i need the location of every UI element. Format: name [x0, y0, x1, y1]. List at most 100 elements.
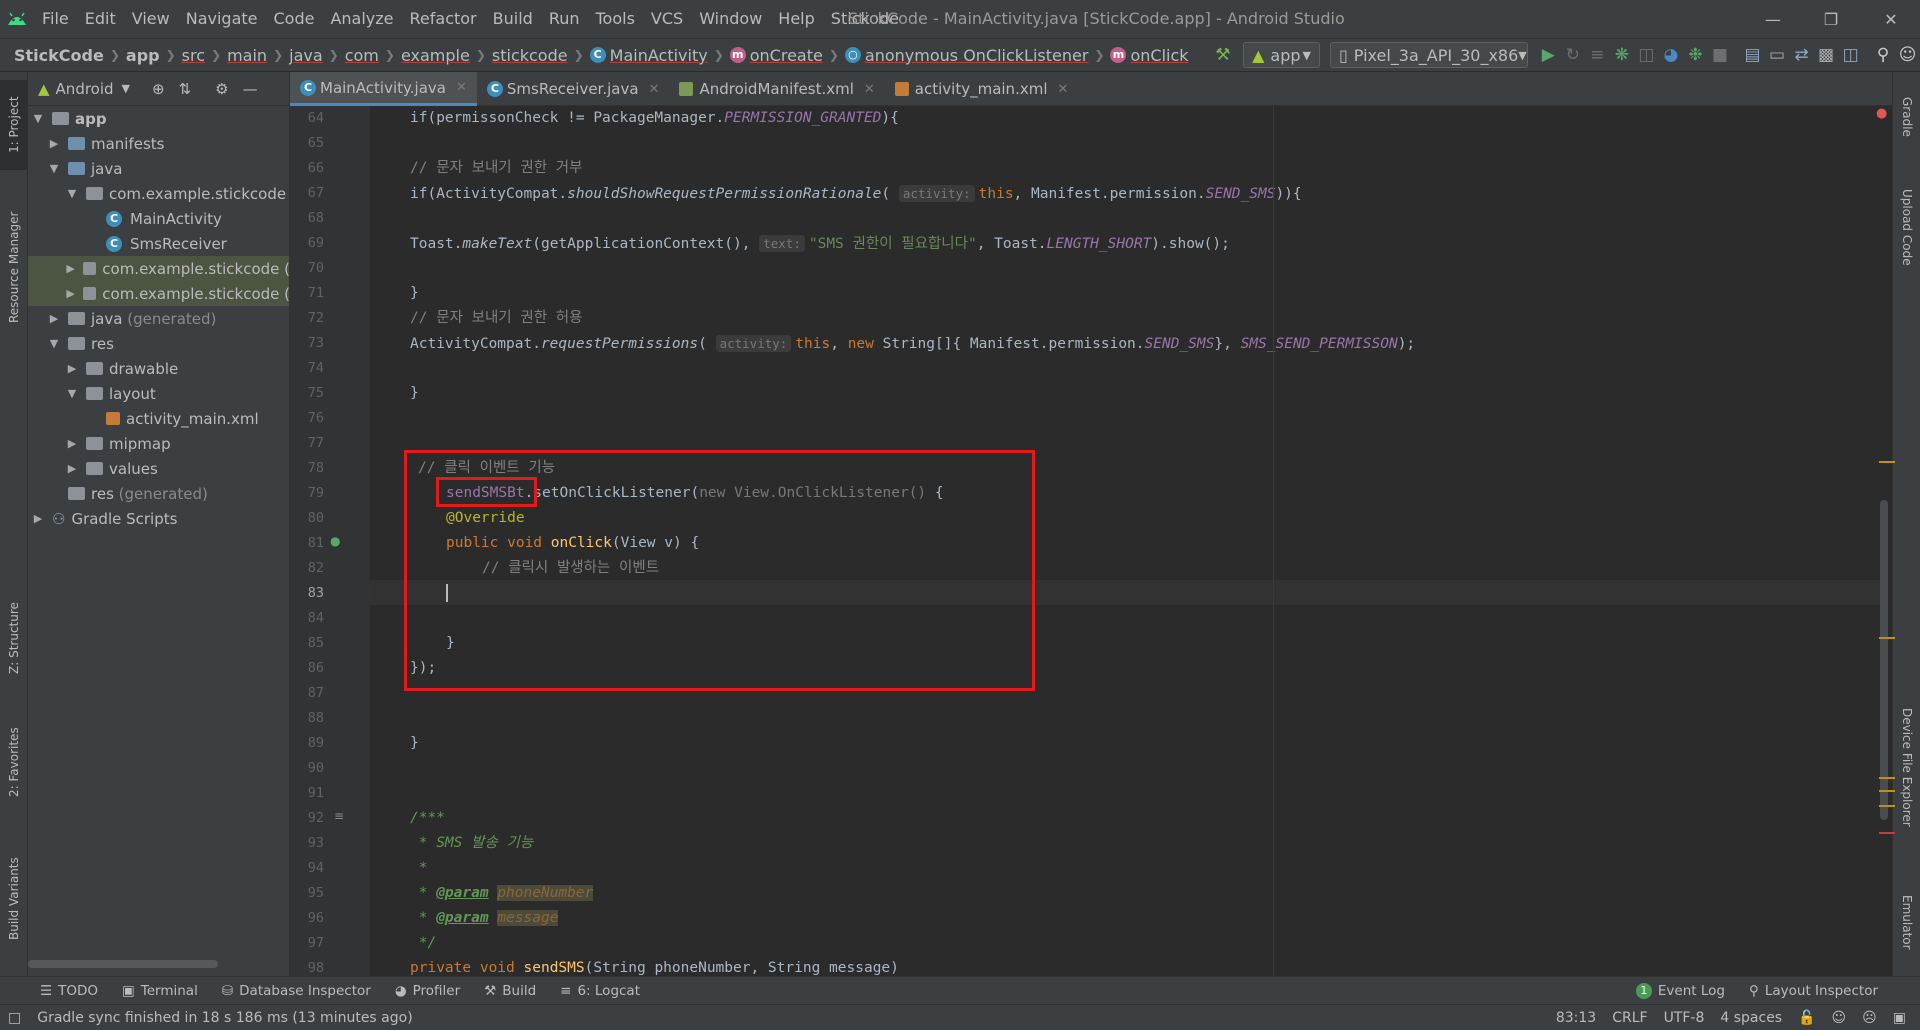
stop-icon[interactable]: ■ — [1708, 40, 1733, 70]
feedback-icon[interactable]: ☹ — [1854, 1010, 1885, 1026]
horizontal-scrollbar[interactable] — [28, 960, 218, 968]
override-marker-icon[interactable]: ● — [330, 534, 344, 548]
apply-code-changes-icon[interactable]: ≡ — [1585, 40, 1610, 70]
tree-item-package-androidtest[interactable]: ▶ com.example.stickcode ( — [28, 256, 289, 281]
indent-setting[interactable]: 4 spaces — [1712, 1010, 1790, 1026]
tree-item-smsreceiver[interactable]: C SmsReceiver — [28, 231, 289, 256]
toggle-tool-windows-icon[interactable]: □ — [0, 1010, 29, 1026]
breadcrumb-src[interactable]: src ❯ — [182, 46, 227, 65]
minimize-button[interactable]: — — [1744, 0, 1802, 38]
layout-inspector-tab[interactable]: ⚲ Layout Inspector — [1737, 983, 1890, 999]
debug-icon[interactable]: ❋ — [1610, 40, 1635, 70]
run-config-select[interactable]: ▲ app ▼ — [1243, 42, 1320, 68]
breadcrumb-stickcode[interactable]: stickcode ❯ — [492, 46, 590, 65]
breadcrumb-app[interactable]: app ❯ — [126, 46, 182, 65]
gear-icon[interactable]: ⚙ — [215, 80, 228, 98]
tab-emulator[interactable]: Emulator — [1893, 882, 1920, 962]
cursor-position[interactable]: 83:13 — [1548, 1010, 1604, 1026]
search-icon[interactable]: ⚲ — [1871, 40, 1896, 70]
menu-window[interactable]: Window — [691, 0, 770, 38]
menu-edit[interactable]: Edit — [77, 0, 124, 38]
avd-manager-icon[interactable]: ▭ — [1765, 40, 1790, 70]
menu-build[interactable]: Build — [485, 0, 541, 38]
account-icon[interactable]: ☺ — [1895, 40, 1920, 70]
attach-debugger-icon[interactable]: ❉ — [1683, 40, 1708, 70]
tab-device-file-explorer[interactable]: Device File Explorer — [1893, 692, 1920, 842]
tab-favorites[interactable]: 2: Favorites — [0, 722, 28, 802]
menu-file[interactable]: File — [34, 0, 77, 38]
database-inspector-tab[interactable]: ⛁ Database Inspector — [210, 983, 383, 999]
inspection-smile-icon[interactable]: ☺ — [1824, 1010, 1855, 1026]
event-log-tab[interactable]: 1 Event Log — [1624, 982, 1737, 999]
tab-mainactivity-java[interactable]: C MainActivity.java ✕ — [290, 72, 477, 106]
breadcrumb-com[interactable]: com ❯ — [345, 46, 401, 65]
tab-upload-code[interactable]: Upload Code — [1893, 172, 1920, 282]
sdk-manager-icon[interactable]: ◫ — [1838, 40, 1863, 70]
tree-item-res[interactable]: ▼ res — [28, 331, 289, 356]
chevron-down-icon[interactable]: ▼ — [122, 82, 130, 95]
close-tab-icon[interactable]: ✕ — [456, 80, 467, 95]
tree-item-res-generated[interactable]: res (generated) — [28, 481, 289, 506]
tab-activity-main-xml[interactable]: activity_main.xml ✕ — [885, 72, 1079, 106]
memory-indicator-icon[interactable]: ▣ — [1885, 1010, 1920, 1026]
tree-item-java-generated[interactable]: ▶ java (generated) — [28, 306, 289, 331]
tab-build-variants[interactable]: Build Variants — [0, 844, 28, 954]
tree-item-activity-main-xml[interactable]: activity_main.xml — [28, 406, 289, 431]
tree-item-package-test[interactable]: ▶ com.example.stickcode ( — [28, 281, 289, 306]
breadcrumb-mainactivity[interactable]: C MainActivity ❯ — [589, 46, 730, 65]
collapse-all-icon[interactable]: ⇅ — [179, 80, 192, 98]
tree-item-app[interactable]: ▼ app — [28, 106, 289, 131]
line-separator[interactable]: CRLF — [1604, 1010, 1655, 1026]
close-tab-icon[interactable]: ✕ — [1058, 82, 1069, 97]
tree-item-drawable[interactable]: ▶ drawable — [28, 356, 289, 381]
menu-vcs[interactable]: VCS — [643, 0, 691, 38]
menu-run[interactable]: Run — [541, 0, 588, 38]
tab-gradle[interactable]: Gradle — [1893, 82, 1920, 152]
menu-view[interactable]: View — [124, 0, 178, 38]
device-select[interactable]: ▯ Pixel_3a_API_30_x86 ▼ — [1329, 42, 1528, 68]
tree-item-mainactivity[interactable]: C MainActivity — [28, 206, 289, 231]
tab-structure[interactable]: Z: Structure — [0, 598, 28, 678]
vertical-scrollbar[interactable] — [1880, 500, 1888, 820]
breadcrumb-oncreate[interactable]: m onCreate ❯ — [729, 46, 845, 65]
status-message[interactable]: Gradle sync finished in 18 s 186 ms (13 … — [29, 1010, 420, 1026]
todo-tab[interactable]: ☰ TODO — [28, 983, 110, 999]
tab-resource-manager[interactable]: Resource Manager — [0, 192, 28, 342]
sync-gradle-icon[interactable]: ⇄ — [1789, 40, 1814, 70]
menu-navigate[interactable]: Navigate — [178, 0, 266, 38]
tree-item-java[interactable]: ▼ java — [28, 156, 289, 181]
menu-help[interactable]: Help — [770, 0, 822, 38]
close-tab-icon[interactable]: ✕ — [649, 82, 660, 97]
make-project-icon[interactable]: ⚒ — [1211, 40, 1236, 70]
breadcrumb-anonymous-listener[interactable]: ○ anonymous OnClickListener ❯ — [844, 46, 1111, 65]
breadcrumb-main[interactable]: main ❯ — [227, 46, 289, 65]
apply-changes-icon[interactable]: ↻ — [1561, 40, 1586, 70]
close-tab-icon[interactable]: ✕ — [864, 82, 875, 97]
coverage-icon[interactable]: ◫ — [1634, 40, 1659, 70]
error-indicator-icon[interactable]: ● — [1876, 106, 1890, 121]
menu-code[interactable]: Code — [266, 0, 323, 38]
tree-item-values[interactable]: ▶ values — [28, 456, 289, 481]
breadcrumb-example[interactable]: example ❯ — [401, 46, 492, 65]
device-manager-icon[interactable]: ▩ — [1814, 40, 1839, 70]
tree-item-package[interactable]: ▼ com.example.stickcode — [28, 181, 289, 206]
breadcrumb-project[interactable]: StickCode ❯ — [14, 46, 126, 65]
terminal-tab[interactable]: ▣ Terminal — [110, 983, 210, 999]
project-view-select[interactable]: Android — [56, 80, 114, 98]
tab-androidmanifest-xml[interactable]: AndroidManifest.xml ✕ — [669, 72, 884, 106]
tree-item-layout[interactable]: ▼ layout — [28, 381, 289, 406]
logcat-tab[interactable]: ≡ 6: Logcat — [548, 983, 652, 999]
close-window-button[interactable]: ✕ — [1862, 0, 1920, 38]
tab-project[interactable]: 1: Project — [0, 80, 28, 170]
profile-icon[interactable]: ◕ — [1659, 40, 1684, 70]
javadoc-render-icon[interactable]: ≡ — [334, 809, 348, 823]
build-tab[interactable]: ⚒ Build — [472, 983, 548, 999]
breadcrumb-java[interactable]: java ❯ — [289, 46, 345, 65]
tab-smsreceiver-java[interactable]: C SmsReceiver.java ✕ — [477, 72, 670, 106]
lock-icon[interactable]: 🔓 — [1790, 1010, 1823, 1026]
file-encoding[interactable]: UTF-8 — [1656, 1010, 1713, 1026]
restore-button[interactable]: ❐ — [1802, 0, 1860, 38]
locate-icon[interactable]: ⊕ — [152, 80, 165, 98]
breadcrumb-onclick[interactable]: m onClick — [1110, 46, 1189, 65]
tree-item-mipmap[interactable]: ▶ mipmap — [28, 431, 289, 456]
